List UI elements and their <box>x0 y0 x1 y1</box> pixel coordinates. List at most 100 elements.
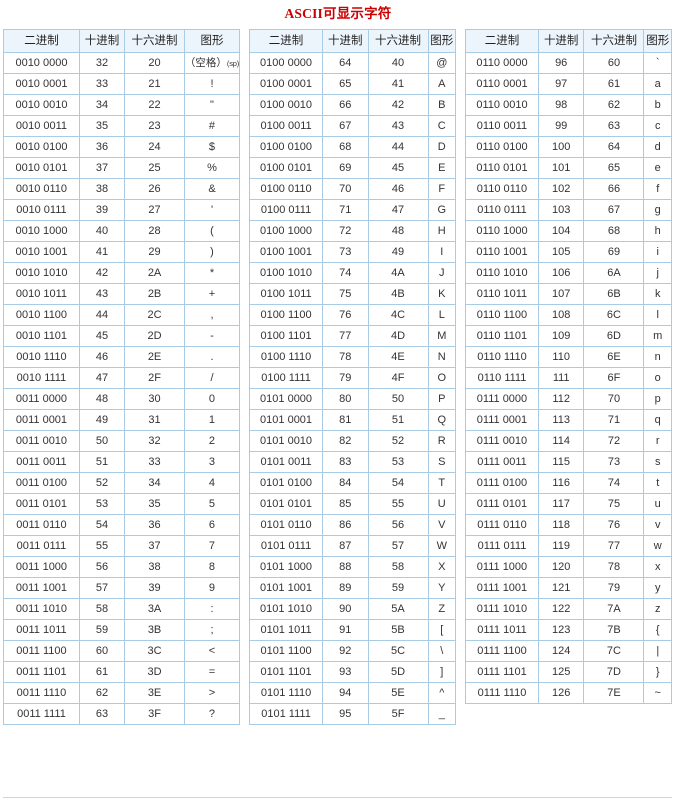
cell-hex: 25 <box>124 157 185 179</box>
cell-hex: 43 <box>367 115 429 137</box>
cell-glyph: x <box>643 556 672 578</box>
cell-binary: 0111 1100 <box>465 640 539 662</box>
cell-binary: 0100 1100 <box>249 304 324 326</box>
cell-hex: 5B <box>367 619 429 641</box>
cell-hex: 54 <box>367 472 429 494</box>
cell-hex: 45 <box>367 157 429 179</box>
cell-decimal: 63 <box>78 703 126 725</box>
cell-decimal: 81 <box>322 409 369 431</box>
cell-binary: 0010 0100 <box>3 136 80 158</box>
cell-decimal: 83 <box>322 451 369 473</box>
table-row: 0100 1111 79 4F O <box>249 367 457 389</box>
cell-hex: 35 <box>124 493 185 515</box>
cell-hex: 6C <box>583 304 645 326</box>
cell-glyph: 8 <box>183 556 241 578</box>
cell-decimal: 45 <box>78 325 126 347</box>
cell-hex: 5C <box>367 640 429 662</box>
cell-binary: 0110 1101 <box>465 325 539 347</box>
cell-binary: 0111 0110 <box>465 514 539 536</box>
table-row: 0011 0110 54 36 6 <box>3 514 241 536</box>
table-row: 0011 0100 52 34 4 <box>3 472 241 494</box>
cell-decimal: 118 <box>537 514 585 536</box>
column-header-glyph: 图形 <box>643 29 672 53</box>
cell-hex: 51 <box>367 409 429 431</box>
table-row: 0100 1011 75 4B K <box>249 283 457 305</box>
cell-hex: 27 <box>124 199 185 221</box>
table-row: 0101 1000 88 58 X <box>249 556 457 578</box>
cell-binary: 0110 1011 <box>465 283 539 305</box>
cell-decimal: 37 <box>78 157 126 179</box>
cell-decimal: 35 <box>78 115 126 137</box>
cell-hex: 74 <box>583 472 645 494</box>
table-row: 0011 1101 61 3D = <box>3 661 241 683</box>
cell-binary: 0101 0011 <box>249 451 324 473</box>
cell-glyph: < <box>183 640 241 662</box>
cell-binary: 0101 0001 <box>249 409 324 431</box>
cell-binary: 0110 0101 <box>465 157 539 179</box>
cell-glyph: k <box>643 283 672 305</box>
cell-decimal: 122 <box>537 598 585 620</box>
cell-glyph: Z <box>427 598 457 620</box>
cell-decimal: 88 <box>322 556 369 578</box>
cell-decimal: 114 <box>537 430 585 452</box>
cell-binary: 0011 0101 <box>3 493 80 515</box>
cell-glyph: 9 <box>183 577 241 599</box>
table-row: 0010 0101 37 25% <box>3 157 241 179</box>
cell-decimal: 73 <box>322 241 369 263</box>
cell-hex: 79 <box>583 577 645 599</box>
cell-hex: 50 <box>367 388 429 410</box>
table-row: 0111 1010 122 7A z <box>465 598 672 620</box>
cell-binary: 0101 0111 <box>249 535 324 557</box>
table-row: 0011 0010 50 32 2 <box>3 430 241 452</box>
table-row: 0111 1011 123 7B{ <box>465 619 672 641</box>
table-row: 0011 1100 60 3C < <box>3 640 241 662</box>
cell-glyph: u <box>643 493 672 515</box>
cell-decimal: 116 <box>537 472 585 494</box>
cell-decimal: 104 <box>537 220 585 242</box>
cell-decimal: 126 <box>537 682 585 704</box>
cell-decimal: 89 <box>322 577 369 599</box>
table-row: 0111 0101 117 75 u <box>465 493 672 515</box>
cell-glyph: 5 <box>183 493 241 515</box>
cell-decimal: 64 <box>322 52 369 74</box>
table-row: 0101 0011 83 53 S <box>249 451 457 473</box>
cell-glyph: Y <box>427 577 457 599</box>
table-row: 0010 1000 40 28( <box>3 220 241 242</box>
cell-hex: 69 <box>583 241 645 263</box>
table-row: 0100 0100 68 44 D <box>249 136 457 158</box>
cell-binary: 0011 1100 <box>3 640 80 662</box>
cell-binary: 0111 1011 <box>465 619 539 641</box>
table-row: 0101 0010 82 52 R <box>249 430 457 452</box>
cell-binary: 0111 0010 <box>465 430 539 452</box>
column-header-decimal: 十进制 <box>322 29 369 53</box>
cell-decimal: 51 <box>78 451 126 473</box>
table-row: 0100 1100 76 4C L <box>249 304 457 326</box>
cell-glyph: ] <box>427 661 457 683</box>
table-row: 0111 0000 112 70 p <box>465 388 672 410</box>
cell-glyph: \ <box>427 640 457 662</box>
table-row: 0101 1001 89 59 Y <box>249 577 457 599</box>
cell-glyph: v <box>643 514 672 536</box>
cell-glyph: s <box>643 451 672 473</box>
column-header-binary: 二进制 <box>249 29 324 53</box>
cell-hex: 40 <box>367 52 429 74</box>
cell-decimal: 117 <box>537 493 585 515</box>
cell-decimal: 97 <box>537 73 585 95</box>
table-row: 0101 0001 81 51 Q <box>249 409 457 431</box>
cell-binary: 0010 1001 <box>3 241 80 263</box>
cell-hex: 42 <box>367 94 429 116</box>
cell-binary: 0110 1111 <box>465 367 539 389</box>
table-row: 0101 0110 86 56 V <box>249 514 457 536</box>
cell-hex: 31 <box>124 409 185 431</box>
table-64-95: 二进制 十进制 十六进制 图形 0100 0000 64 40 @0100 0001 65 41 A… <box>249 29 457 725</box>
cell-decimal: 75 <box>322 283 369 305</box>
table-row: 0101 0111 87 57 W <box>249 535 457 557</box>
cell-binary: 0111 1010 <box>465 598 539 620</box>
cell-hex: 57 <box>367 535 429 557</box>
table-row: 0010 1111 47 2F / <box>3 367 241 389</box>
cell-decimal: 72 <box>322 220 369 242</box>
table-row: 0010 0110 38 26 & <box>3 178 241 200</box>
cell-decimal: 105 <box>537 241 585 263</box>
cell-glyph: ^ <box>427 682 457 704</box>
cell-decimal: 61 <box>78 661 126 683</box>
